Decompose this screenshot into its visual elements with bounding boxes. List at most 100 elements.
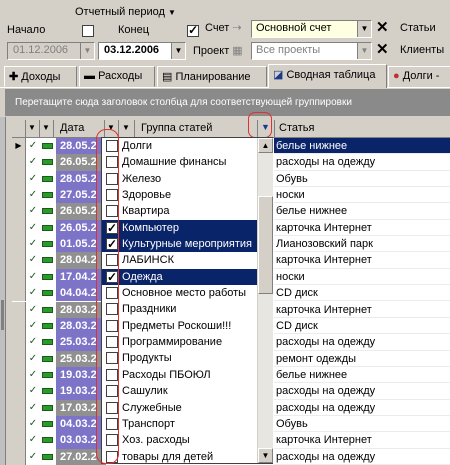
- article-cell[interactable]: Обувь: [274, 416, 450, 433]
- article-cell[interactable]: карточка Интернет: [274, 302, 450, 318]
- column-article-header[interactable]: Статья: [275, 120, 450, 138]
- start-checkbox[interactable]: [82, 25, 94, 37]
- tab-income[interactable]: ✚ Доходы: [4, 66, 77, 87]
- row-indicator: [12, 366, 26, 384]
- article-cell[interactable]: ремонт одежды: [274, 351, 450, 367]
- row-indicator: [12, 350, 26, 367]
- clear-account-icon[interactable]: ✕: [376, 20, 389, 36]
- scroll-thumb[interactable]: [258, 196, 273, 294]
- chevron-down-icon[interactable]: ▼: [357, 43, 371, 59]
- article-cell[interactable]: карточка Интернет: [274, 220, 450, 237]
- article-cell[interactable]: белье нижнее: [274, 367, 450, 384]
- tab-label: Долги -: [402, 70, 440, 82]
- item-label: Здоровье: [122, 189, 172, 202]
- chevron-down-icon[interactable]: ▼: [171, 43, 185, 59]
- dropdown-item[interactable]: Одежда: [102, 268, 258, 286]
- status-check-icon: ✓: [28, 189, 38, 201]
- dropdown-item[interactable]: Долги: [102, 138, 258, 154]
- dropdown-item[interactable]: Праздники: [102, 301, 258, 317]
- header-group-filter[interactable]: ▼: [119, 120, 135, 138]
- article-cell[interactable]: носки: [274, 187, 450, 204]
- dropdown-item[interactable]: Расходы ПБОЮЛ: [102, 367, 258, 383]
- status-check-icon: ✓: [28, 417, 38, 429]
- scroll-down-button[interactable]: ▼: [258, 448, 273, 463]
- item-label: Квартира: [122, 205, 170, 218]
- dropdown-item[interactable]: Служебные: [102, 400, 258, 416]
- dropdown-item[interactable]: Компьютер: [102, 219, 258, 237]
- article-cell[interactable]: расходы на одежду: [274, 334, 450, 351]
- row-indicator: [12, 448, 26, 465]
- dropdown-item[interactable]: товары для детей: [102, 449, 258, 465]
- article-cell[interactable]: расходы на одежду: [274, 449, 450, 465]
- tab-pivot[interactable]: ◪ Сводная таблица: [268, 64, 387, 88]
- dropdown-item[interactable]: Сашулик: [102, 383, 258, 399]
- dropdown-item[interactable]: Основное место работы: [102, 285, 258, 301]
- dropdown-item[interactable]: Транспорт: [102, 416, 258, 432]
- end-checkbox[interactable]: [187, 23, 200, 37]
- dropdown-item[interactable]: Железо: [102, 171, 258, 187]
- row-indicator: [12, 399, 26, 416]
- dropdown-item[interactable]: Программирование: [102, 334, 258, 350]
- dropdown-item[interactable]: Квартира: [102, 203, 258, 219]
- splitter[interactable]: [0, 117, 6, 465]
- dropdown-item[interactable]: Предметы Роскоши!!!: [102, 318, 258, 334]
- status-check-icon: ✓: [28, 172, 38, 184]
- expense-type-icon: [42, 453, 53, 460]
- start-date-field[interactable]: 01.12.2006 ▼: [7, 42, 95, 60]
- article-cell[interactable]: CD диск: [274, 285, 450, 302]
- article-cell[interactable]: расходы на одежду: [274, 383, 450, 400]
- dropdown-item[interactable]: Хоз. расходы: [102, 432, 258, 448]
- clients-label[interactable]: Клиенты: [400, 44, 444, 56]
- item-label: Долги: [122, 140, 153, 152]
- debt-icon: ●: [393, 70, 400, 82]
- article-cell[interactable]: Обувь: [274, 171, 450, 188]
- column-group-header[interactable]: Группа статей: [135, 120, 258, 138]
- dropdown-item[interactable]: Домашние финансы: [102, 154, 258, 170]
- row-indicator: [12, 317, 26, 335]
- dropdown-scrollbar[interactable]: ▲ ▼: [257, 138, 273, 463]
- tab-planning[interactable]: ▤ Планирование: [157, 66, 267, 87]
- item-label: Предметы Роскоши!!!: [122, 319, 232, 332]
- row-indicator: [12, 383, 26, 400]
- expense-type-icon: [42, 273, 53, 280]
- article-cell[interactable]: расходы на одежду: [274, 154, 450, 171]
- article-cell[interactable]: Лианозовский парк: [274, 236, 450, 253]
- header-filter-type[interactable]: ▼: [40, 120, 54, 138]
- end-date-field[interactable]: 03.12.2006 ▼: [98, 42, 186, 60]
- item-label: Сашулик: [122, 385, 168, 398]
- scroll-up-button[interactable]: ▲: [258, 138, 273, 153]
- article-cell[interactable]: CD диск: [274, 318, 450, 335]
- clear-project-icon[interactable]: ✕: [376, 42, 389, 58]
- expense-type-icon: [42, 371, 53, 378]
- chevron-down-icon: ▼: [42, 123, 50, 132]
- expense-type-icon: [42, 322, 53, 329]
- article-cell[interactable]: расходы на одежду: [274, 400, 450, 416]
- expense-type-icon: [42, 175, 53, 182]
- group-filter-dropdown[interactable]: Долги Домашние финансы Железо Здоровье Кварт…: [101, 137, 273, 464]
- dropdown-item[interactable]: Культурные мероприятия: [102, 236, 258, 253]
- period-label[interactable]: Отчетный период ▼: [75, 6, 176, 18]
- article-cell[interactable]: белье нижнее: [274, 203, 450, 220]
- header-filter-status[interactable]: ▼: [26, 120, 40, 138]
- project-select[interactable]: Все проекты ▼: [251, 42, 372, 60]
- dropdown-item[interactable]: Здоровье: [102, 187, 258, 203]
- dropdown-list[interactable]: Долги Домашние финансы Железо Здоровье Кварт…: [102, 138, 258, 465]
- articles-label[interactable]: Статьи: [400, 22, 436, 34]
- group-by-hint: Перетащите сюда заголовок столбца для со…: [15, 97, 352, 108]
- tab-debts[interactable]: ● Долги -: [388, 66, 450, 87]
- status-check-icon: ✓: [28, 401, 38, 413]
- article-cell[interactable]: носки: [274, 269, 450, 286]
- group-by-panel[interactable]: Перетащите сюда заголовок столбца для со…: [5, 89, 450, 116]
- account-select[interactable]: Основной счет ▼: [251, 20, 372, 38]
- article-cell[interactable]: белье нижнее: [274, 138, 450, 155]
- status-check-icon: ✓: [28, 156, 38, 168]
- dropdown-item[interactable]: Продукты: [102, 350, 258, 366]
- splitter-grip[interactable]: [1, 300, 4, 330]
- tab-expenses[interactable]: ▬ Расходы: [79, 66, 155, 87]
- chevron-down-icon[interactable]: ▼: [357, 21, 371, 37]
- dropdown-item[interactable]: ЛАБИНСК: [102, 252, 258, 268]
- chevron-down-icon[interactable]: ▼: [80, 43, 94, 59]
- period-label-text: Отчетный период: [75, 6, 165, 18]
- article-cell[interactable]: карточка Интернет: [274, 252, 450, 269]
- article-cell[interactable]: карточка Интернет: [274, 432, 450, 449]
